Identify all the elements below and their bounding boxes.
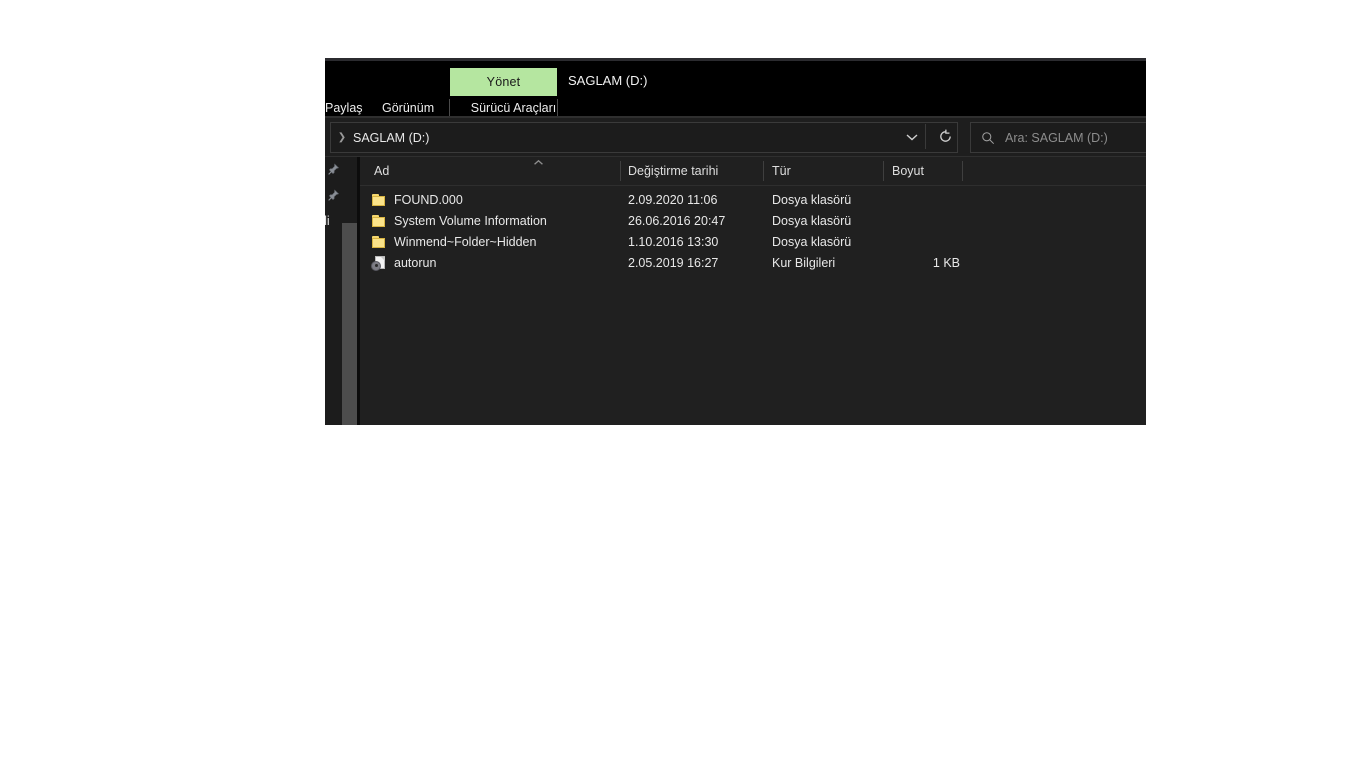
explorer-body: ndi Ad Değiştirme tarihi Tür Boy bbox=[325, 157, 1146, 425]
table-row[interactable]: FOUND.000 2.09.2020 11:06 Dosya klasörü bbox=[360, 189, 1146, 210]
navigation-pane: ndi bbox=[325, 157, 357, 425]
table-row[interactable]: Winmend~Folder~Hidden 1.10.2016 13:30 Do… bbox=[360, 231, 1146, 252]
file-size bbox=[892, 189, 960, 210]
file-size: 1 KB bbox=[932, 255, 960, 270]
refresh-icon[interactable] bbox=[930, 123, 960, 150]
folder-icon bbox=[372, 231, 392, 252]
table-row[interactable]: System Volume Information 26.06.2016 20:… bbox=[360, 210, 1146, 231]
tab-drive-tools[interactable]: Sürücü Araçları bbox=[460, 98, 567, 118]
folder-icon bbox=[372, 210, 392, 231]
tab-view[interactable]: Görünüm bbox=[382, 98, 434, 118]
column-divider-1[interactable] bbox=[620, 161, 621, 181]
column-header-date-modified[interactable]: Değiştirme tarihi bbox=[628, 157, 718, 185]
file-date: 2.05.2019 16:27 bbox=[628, 255, 719, 270]
file-list-pane: Ad Değiştirme tarihi Tür Boyut FOUND.000… bbox=[360, 157, 1146, 425]
window-title: SAGLAM (D:) bbox=[568, 73, 648, 88]
file-name[interactable]: FOUND.000 bbox=[394, 189, 463, 210]
file-type: Dosya klasörü bbox=[772, 213, 852, 228]
ribbon-bottom-border bbox=[325, 116, 1146, 118]
nav-pane-scrollbar-thumb[interactable] bbox=[342, 223, 357, 425]
file-type: Dosya klasörü bbox=[772, 192, 852, 207]
file-date: 26.06.2016 20:47 bbox=[628, 213, 726, 228]
ribbon: Yönet SAGLAM (D:) Paylaş Görünüm Sürücü … bbox=[325, 61, 1146, 118]
chevron-right-icon: ❯ bbox=[337, 131, 347, 143]
pin-icon bbox=[327, 163, 340, 176]
file-explorer-window: Yönet SAGLAM (D:) Paylaş Görünüm Sürücü … bbox=[325, 58, 1146, 425]
search-icon bbox=[971, 131, 1005, 145]
search-placeholder[interactable]: Ara: SAGLAM (D:) bbox=[1005, 131, 1108, 145]
file-type: Dosya klasörü bbox=[772, 234, 852, 249]
tab-share[interactable]: Paylaş bbox=[325, 98, 363, 118]
column-header-type[interactable]: Tür bbox=[772, 157, 791, 185]
pin-icon bbox=[327, 189, 340, 202]
address-bar-row: ❯ SAGLAM (D:) Ara: SAGLAM (D:) bbox=[325, 120, 1146, 156]
column-header-row: Ad Değiştirme tarihi Tür Boyut bbox=[360, 157, 1146, 186]
file-rows: FOUND.000 2.09.2020 11:06 Dosya klasörü … bbox=[360, 189, 1146, 273]
column-divider-3[interactable] bbox=[883, 161, 884, 181]
file-size bbox=[892, 231, 960, 252]
breadcrumb-current[interactable]: SAGLAM (D:) bbox=[353, 131, 429, 145]
nav-item-label-3: ndi bbox=[325, 213, 330, 228]
nav-item-pinned-1[interactable] bbox=[325, 159, 340, 180]
chevron-down-icon[interactable] bbox=[897, 123, 927, 150]
file-name[interactable]: System Volume Information bbox=[394, 210, 547, 231]
file-date: 2.09.2020 11:06 bbox=[628, 192, 718, 207]
column-header-size[interactable]: Boyut bbox=[892, 157, 924, 185]
nav-item-truncated[interactable]: ndi bbox=[325, 210, 330, 231]
file-name[interactable]: Winmend~Folder~Hidden bbox=[394, 231, 536, 252]
setup-information-icon bbox=[372, 252, 392, 273]
nav-item-pinned-2[interactable] bbox=[325, 185, 340, 206]
ribbon-tab-row: Paylaş Görünüm Sürücü Araçları bbox=[325, 98, 1146, 118]
column-divider-2[interactable] bbox=[763, 161, 764, 181]
column-divider-4[interactable] bbox=[962, 161, 963, 181]
file-type: Kur Bilgileri bbox=[772, 255, 836, 270]
address-bar[interactable]: ❯ SAGLAM (D:) bbox=[330, 122, 958, 153]
contextual-tab-manage[interactable]: Yönet bbox=[450, 68, 557, 96]
folder-icon bbox=[372, 189, 392, 210]
file-date: 1.10.2016 13:30 bbox=[628, 234, 719, 249]
file-name[interactable]: autorun bbox=[394, 252, 436, 273]
table-row[interactable]: autorun 2.05.2019 16:27 Kur Bilgileri 1 … bbox=[360, 252, 1146, 273]
search-box[interactable]: Ara: SAGLAM (D:) bbox=[970, 122, 1146, 153]
sort-ascending-icon bbox=[533, 159, 544, 166]
file-size bbox=[892, 210, 960, 231]
column-header-name[interactable]: Ad bbox=[374, 157, 389, 185]
